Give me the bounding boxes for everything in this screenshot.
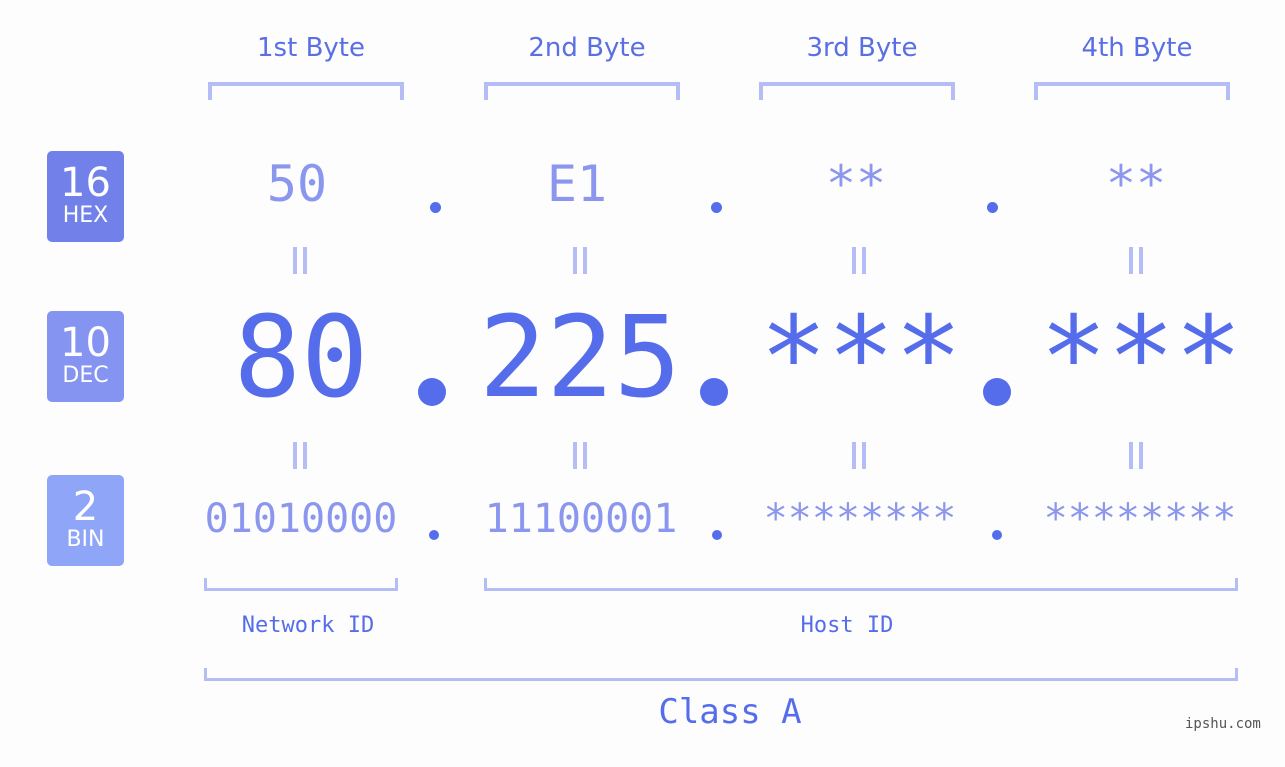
- equals-icon: [293, 442, 307, 469]
- bin-separator-dot: [992, 530, 1002, 540]
- byte-header-2: 2nd Byte: [528, 33, 646, 63]
- dec-separator-dot: [418, 378, 446, 406]
- dec-badge: 10 DEC: [47, 311, 124, 402]
- hex-badge: 16 HEX: [47, 151, 124, 242]
- class-bracket: [204, 668, 1238, 681]
- bin-base-number: 2: [72, 484, 99, 530]
- watermark: ipshu.com: [1185, 716, 1261, 732]
- equals-icon: [293, 247, 307, 274]
- dec-byte-4: ***: [1039, 293, 1243, 423]
- byte-header-1: 1st Byte: [257, 33, 365, 63]
- dec-separator-dot: [983, 378, 1011, 406]
- network-id-label: Network ID: [241, 613, 375, 638]
- hex-byte-1: 50: [266, 155, 328, 213]
- dec-byte-1: 80: [233, 293, 369, 423]
- bin-byte-2: 11100001: [484, 496, 678, 542]
- class-label: Class A: [658, 692, 802, 732]
- hex-byte-2: E1: [546, 155, 608, 213]
- equals-icon: [573, 247, 587, 274]
- bin-separator-dot: [429, 530, 439, 540]
- byte-bracket-2: [484, 82, 680, 100]
- byte-bracket-3: [759, 82, 955, 100]
- hex-base-number: 16: [60, 160, 111, 206]
- hex-separator-dot: [430, 202, 441, 213]
- dec-base-number: 10: [60, 320, 111, 366]
- hex-separator-dot: [987, 202, 998, 213]
- bin-separator-dot: [712, 530, 722, 540]
- hex-separator-dot: [711, 202, 722, 213]
- dec-byte-2: 225: [478, 293, 682, 423]
- network-id-bracket: [204, 578, 398, 591]
- equals-icon: [852, 442, 866, 469]
- bin-badge: 2 BIN: [47, 475, 124, 566]
- equals-icon: [573, 442, 587, 469]
- hex-byte-4: **: [1105, 155, 1167, 213]
- dec-byte-3: ***: [759, 293, 963, 423]
- dec-separator-dot: [700, 378, 728, 406]
- host-id-label: Host ID: [800, 613, 894, 638]
- byte-header-3: 3rd Byte: [806, 33, 918, 63]
- bin-base-label: BIN: [66, 527, 105, 552]
- equals-icon: [1129, 247, 1143, 274]
- bin-byte-4: ********: [1043, 496, 1237, 542]
- bin-byte-3: ********: [763, 496, 957, 542]
- byte-bracket-1: [208, 82, 404, 100]
- byte-header-4: 4th Byte: [1081, 33, 1193, 63]
- hex-base-label: HEX: [62, 203, 109, 228]
- hex-byte-3: **: [825, 155, 887, 213]
- equals-icon: [852, 247, 866, 274]
- byte-bracket-4: [1034, 82, 1230, 100]
- host-id-bracket: [484, 578, 1238, 591]
- equals-icon: [1129, 442, 1143, 469]
- dec-base-label: DEC: [62, 363, 109, 388]
- bin-byte-1: 01010000: [204, 496, 398, 542]
